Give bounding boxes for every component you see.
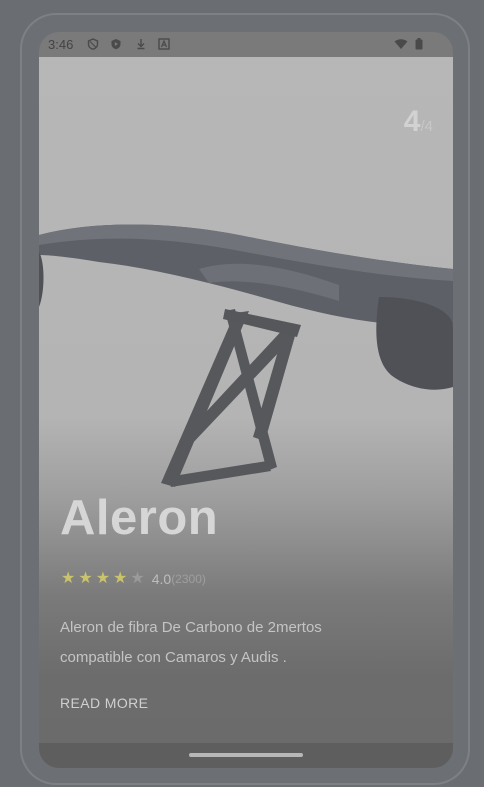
gesture-nav-area <box>39 743 453 768</box>
star-icon: ★ <box>78 570 93 587</box>
product-description: Aleron de fibra De Carbono de 2mertos co… <box>60 619 322 666</box>
carousel-counter: 4/4 <box>404 105 433 139</box>
download-icon <box>137 39 145 50</box>
star-icon: ★ <box>113 570 128 587</box>
product-rating: ★ ★ ★ ★ ★ 4.0 (2300) <box>61 570 206 588</box>
read-more-button[interactable]: READ MORE <box>60 695 148 711</box>
rating-count: (2300) <box>171 572 206 586</box>
battery-icon <box>415 38 423 50</box>
carousel-current: 4 <box>403 105 421 138</box>
phone-screen: 3:46 4/4 Aleron ★ ★ ★ ★ ★ 4.0 (2300) Ale… <box>39 32 453 768</box>
carousel-total: /4 <box>420 118 433 135</box>
status-bar: 3:46 <box>39 32 453 57</box>
star-icon: ★ <box>95 570 111 587</box>
product-image <box>39 224 453 487</box>
product-card: 4/4 Aleron ★ ★ ★ ★ ★ 4.0 (2300) Aleron de… <box>39 57 453 743</box>
star-empty-icon: ★ <box>130 570 145 587</box>
wifi-icon <box>394 39 408 49</box>
shield-play-icon <box>111 39 121 50</box>
status-time: 3:46 <box>48 37 74 52</box>
star-icon: ★ <box>61 570 76 587</box>
shield-icon <box>87 38 99 50</box>
home-indicator[interactable] <box>189 753 303 757</box>
rating-value: 4.0 <box>151 571 172 587</box>
product-title: Aleron <box>60 491 219 545</box>
a-box-icon <box>158 38 170 50</box>
